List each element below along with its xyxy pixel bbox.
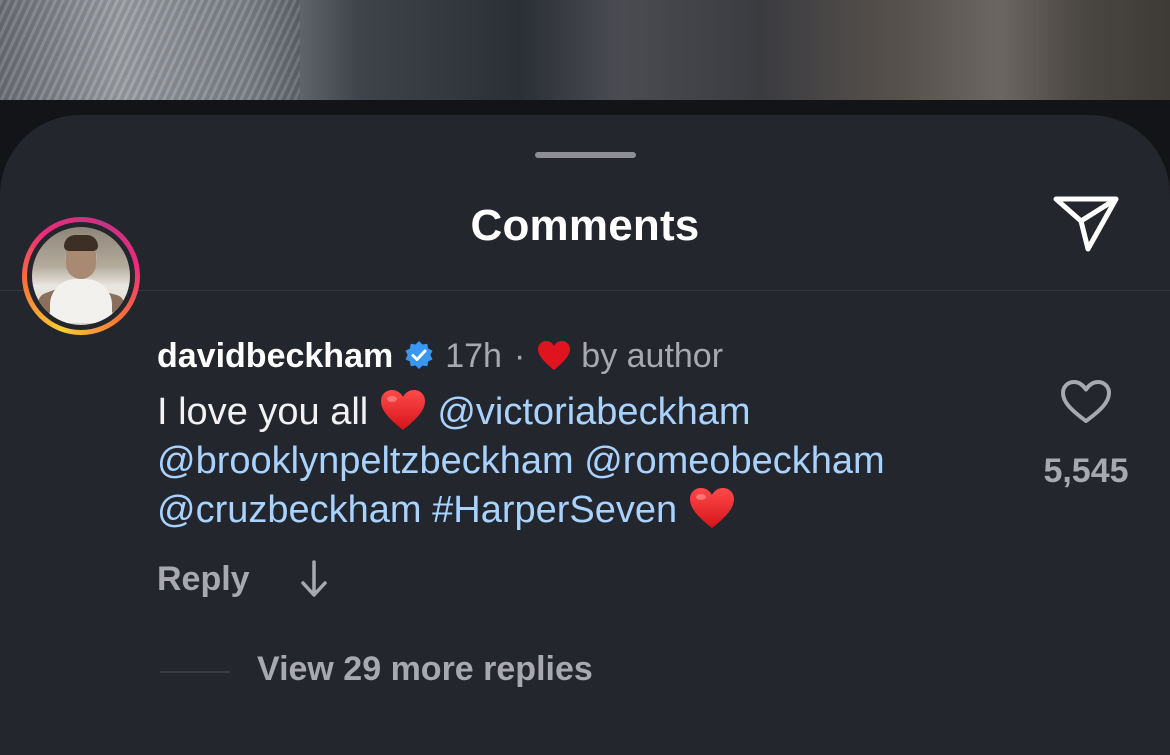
- meta-separator: ·: [513, 336, 526, 375]
- view-more-replies-button[interactable]: View 29 more replies: [257, 650, 593, 689]
- avatar-shirt: [50, 279, 112, 323]
- mention-link[interactable]: @cruzbeckham: [157, 489, 422, 531]
- comment-actions: Reply: [157, 556, 330, 602]
- comment-username[interactable]: davidbeckham: [157, 337, 393, 376]
- like-count: 5,545: [1043, 452, 1129, 490]
- comment-text-intro: I love you all: [157, 391, 369, 433]
- heart-emoji-icon: [379, 388, 427, 432]
- verified-badge-icon: [403, 340, 435, 372]
- mention-link[interactable]: @romeobeckham: [584, 440, 884, 482]
- sheet-grabber[interactable]: [535, 152, 636, 158]
- like-button[interactable]: [1058, 377, 1114, 427]
- heart-outline-icon: [1061, 380, 1111, 423]
- heart-emoji-icon: [688, 486, 736, 530]
- paper-plane-icon: [1053, 196, 1119, 252]
- replies-divider-line: [160, 671, 230, 673]
- mention-link[interactable]: @victoriabeckham: [437, 391, 750, 433]
- comment-meta: davidbeckham 17h · by author: [157, 334, 723, 378]
- liked-by-author-label: by author: [581, 336, 724, 375]
- avatar-hair: [64, 235, 98, 251]
- header-divider: [0, 290, 1170, 291]
- hashtag-link[interactable]: #HarperSeven: [432, 489, 677, 531]
- arrow-down-icon[interactable]: [298, 558, 330, 600]
- sheet-title: Comments: [470, 201, 700, 250]
- share-button[interactable]: [1050, 193, 1122, 255]
- reply-button[interactable]: Reply: [157, 560, 250, 599]
- comment-time: 17h: [445, 336, 502, 375]
- mention-link[interactable]: @brooklynpeltzbeckham: [157, 440, 574, 482]
- red-heart-icon: [537, 340, 571, 372]
- avatar[interactable]: [22, 217, 140, 335]
- comment-text: I love you all @victoriabeckham @brookly…: [157, 388, 1017, 535]
- avatar-gap: [27, 222, 135, 330]
- avatar-photo: [32, 227, 130, 325]
